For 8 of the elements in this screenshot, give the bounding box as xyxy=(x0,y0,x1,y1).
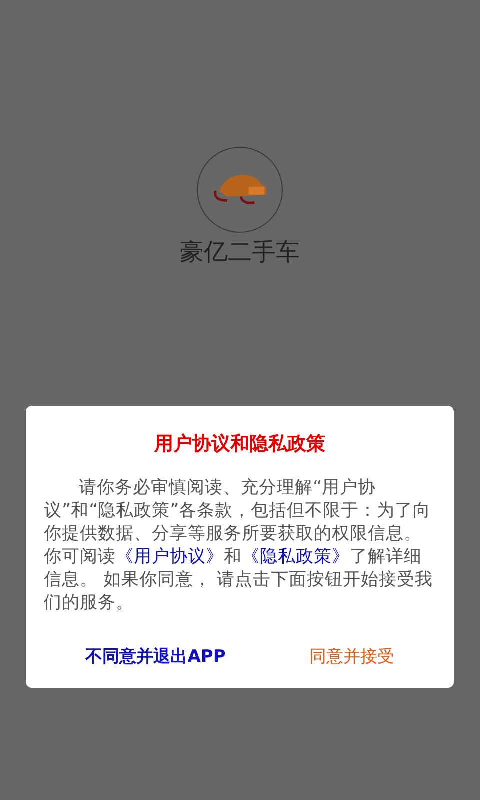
agreement-link[interactable]: 《用户协议》 xyxy=(116,546,224,566)
dialog-message: 请你务必审慎阅读、充分理解“用户协议”和“隐私政策”各条款，包括但不限于：为了向你提供数据、分享等服务所要获取的权限信息。你可阅读《用户协议》和《隐私政策》了解详细信息。 如果你同意， 请点击下面按钮开始接受我们的服务。 xyxy=(44,476,434,614)
app-name: 豪亿二手车 xyxy=(179,237,301,267)
decline-button[interactable]: 不同意并退出APP xyxy=(78,640,234,674)
logo-icon xyxy=(197,147,283,233)
accept-button[interactable]: 同意并接受 xyxy=(301,640,402,674)
agreement-link[interactable]: 《隐私政策》 xyxy=(242,546,350,566)
dialog-title: 用户协议和隐私政策 xyxy=(153,432,326,457)
